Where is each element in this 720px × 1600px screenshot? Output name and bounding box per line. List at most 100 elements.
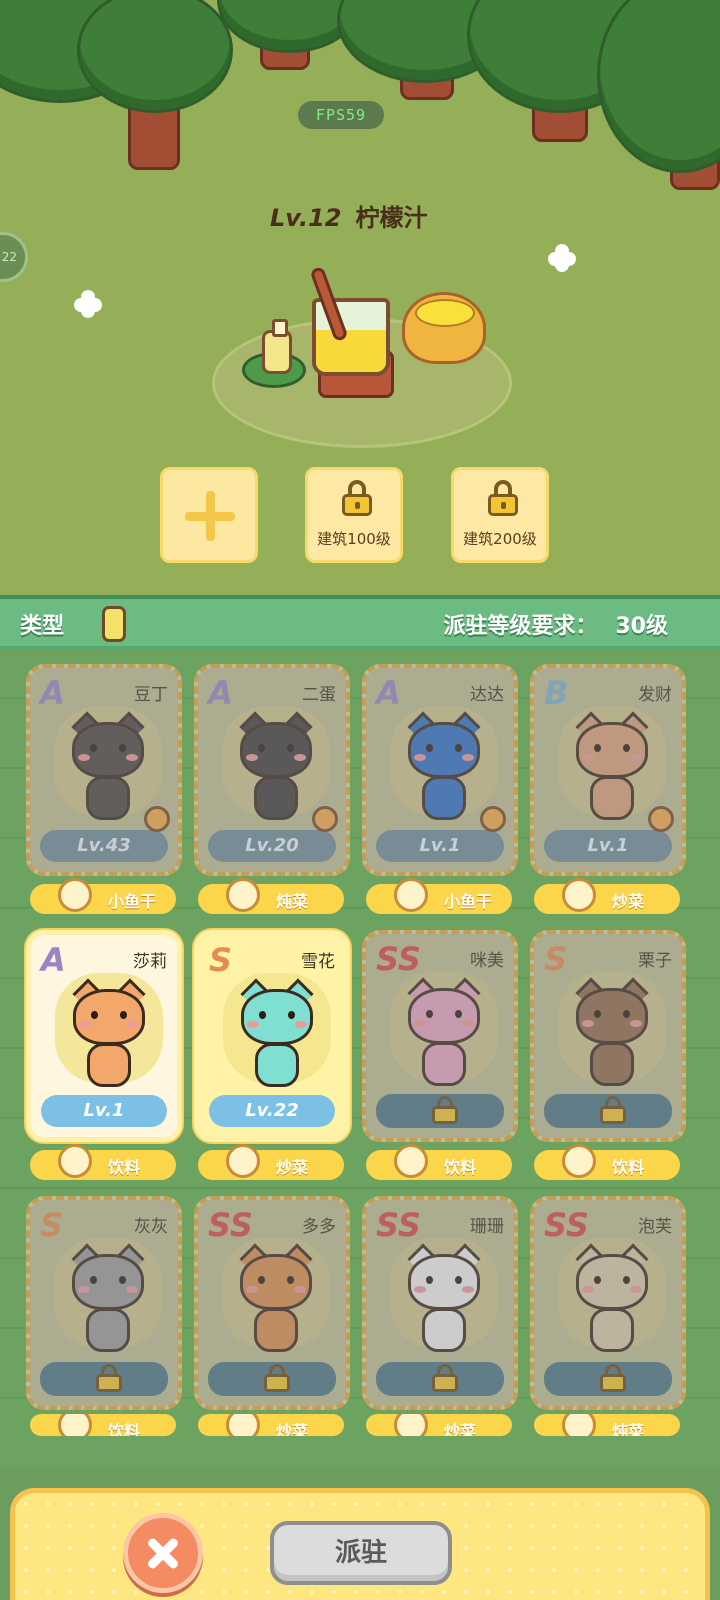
grade-badge: SS bbox=[208, 1206, 253, 1244]
action-bar: 派驻 bbox=[10, 1488, 710, 1600]
grade-badge: S bbox=[544, 940, 568, 978]
building-level: Lv.12 bbox=[270, 204, 342, 232]
grade-badge: A bbox=[41, 941, 66, 979]
cat-level: Lv.20 bbox=[208, 830, 336, 862]
cat-portrait bbox=[572, 711, 652, 826]
specialty-icon bbox=[226, 1144, 260, 1178]
grade-badge: A bbox=[376, 674, 401, 712]
specialty-icon bbox=[226, 1414, 260, 1436]
cat-name: 发财 bbox=[638, 685, 672, 705]
card-backdrop bbox=[390, 972, 498, 1082]
grade-badge: SS bbox=[544, 1206, 589, 1244]
lock-icon bbox=[600, 1096, 626, 1124]
specialty-icon bbox=[562, 1144, 596, 1178]
cat-portrait bbox=[69, 978, 149, 1093]
cat-portrait bbox=[572, 1243, 652, 1358]
tree bbox=[80, 0, 230, 190]
bottle-icon bbox=[262, 319, 292, 374]
level-requirement: 派驻等级要求： 30级 bbox=[443, 608, 668, 640]
cat-level: Lv.22 bbox=[209, 1095, 335, 1127]
add-cat-slot[interactable] bbox=[160, 467, 258, 563]
cat-portrait bbox=[68, 1243, 148, 1358]
lock-icon bbox=[488, 480, 518, 516]
requirement-value: 30级 bbox=[615, 614, 668, 639]
locked-bar bbox=[376, 1094, 504, 1128]
card-backdrop bbox=[558, 1238, 666, 1348]
specialty-tag: 炒菜 bbox=[366, 1414, 512, 1436]
specialty-tag: 炒菜 bbox=[198, 1414, 344, 1436]
lock-icon bbox=[600, 1364, 626, 1392]
assign-button[interactable]: 派驻 bbox=[270, 1521, 452, 1585]
specialty-tag: 饮料 bbox=[366, 1144, 512, 1180]
cat-card[interactable]: A 莎莉 Lv.1 bbox=[26, 930, 182, 1142]
specialty-label: 饮料 bbox=[108, 1422, 141, 1436]
cat-name: 达达 bbox=[470, 685, 504, 705]
cat-card[interactable]: SS 多多 bbox=[194, 1196, 350, 1410]
specialty-icon bbox=[226, 878, 260, 912]
specialty-icon bbox=[58, 878, 92, 912]
building-scene: FPS59 22 Lv.12 柠檬汁 建筑100级 建筑200级 bbox=[0, 0, 720, 595]
card-backdrop bbox=[222, 1238, 330, 1348]
side-badge[interactable]: 22 bbox=[0, 232, 28, 282]
cat-card[interactable]: SS 泡芙 bbox=[530, 1196, 686, 1410]
cat-level: Lv.1 bbox=[376, 830, 504, 862]
specialty-tag: 炒菜 bbox=[198, 1144, 344, 1180]
locked-bar bbox=[376, 1362, 504, 1396]
locked-slot-200[interactable]: 建筑200级 bbox=[451, 467, 549, 563]
cat-portrait bbox=[404, 711, 484, 826]
specialty-tag: 炖菜 bbox=[198, 878, 344, 914]
skill-icon bbox=[648, 806, 674, 832]
card-backdrop bbox=[558, 706, 666, 816]
card-backdrop bbox=[54, 706, 162, 816]
grade-badge: A bbox=[208, 674, 233, 712]
building-name: 柠檬汁 bbox=[355, 204, 428, 232]
cat-name: 泡芙 bbox=[638, 1217, 672, 1237]
grade-badge: S bbox=[209, 941, 233, 979]
grade-badge: S bbox=[40, 1206, 64, 1244]
lock-icon bbox=[96, 1364, 122, 1392]
cat-card[interactable]: S 栗子 bbox=[530, 930, 686, 1142]
skill-icon bbox=[480, 806, 506, 832]
specialty-label: 炖菜 bbox=[612, 1422, 645, 1436]
lock-icon bbox=[264, 1364, 290, 1392]
type-label: 类型 bbox=[20, 614, 65, 639]
cat-name: 二蛋 bbox=[302, 685, 336, 705]
cat-card[interactable]: SS 咪美 bbox=[362, 930, 518, 1142]
cat-card[interactable]: A 二蛋 Lv.20 bbox=[194, 664, 350, 876]
specialty-label: 饮料 bbox=[612, 1158, 645, 1177]
close-button[interactable] bbox=[123, 1513, 203, 1593]
slot-label: 建筑100级 bbox=[317, 530, 391, 548]
specialty-tag: 饮料 bbox=[30, 1144, 176, 1180]
locked-slot-100[interactable]: 建筑100级 bbox=[305, 467, 403, 563]
grade-badge: B bbox=[544, 674, 569, 712]
specialty-tag: 小鱼干 bbox=[366, 878, 512, 914]
locked-bar bbox=[544, 1094, 672, 1128]
cat-portrait bbox=[68, 711, 148, 826]
card-backdrop bbox=[222, 706, 330, 816]
specialty-label: 炒菜 bbox=[444, 1422, 477, 1436]
cat-card[interactable]: SS 珊珊 bbox=[362, 1196, 518, 1410]
specialty-label: 炒菜 bbox=[276, 1422, 309, 1436]
cat-portrait bbox=[236, 1243, 316, 1358]
cat-name: 莎莉 bbox=[133, 952, 167, 972]
cat-card[interactable]: B 发财 Lv.1 bbox=[530, 664, 686, 876]
cat-name: 珊珊 bbox=[470, 1217, 504, 1237]
drink-type-icon[interactable] bbox=[102, 606, 126, 642]
locked-bar bbox=[544, 1362, 672, 1396]
specialty-tag: 饮料 bbox=[30, 1414, 176, 1436]
cat-portrait bbox=[237, 978, 317, 1093]
cat-card[interactable]: A 豆丁 Lv.43 bbox=[26, 664, 182, 876]
specialty-label: 炒菜 bbox=[276, 1158, 309, 1177]
cat-card[interactable]: S 雪花 Lv.22 bbox=[194, 930, 350, 1142]
cat-card[interactable]: S 灰灰 bbox=[26, 1196, 182, 1410]
specialty-label: 饮料 bbox=[108, 1158, 141, 1177]
skill-icon bbox=[312, 806, 338, 832]
cat-card[interactable]: A 达达 Lv.1 bbox=[362, 664, 518, 876]
cat-name: 灰灰 bbox=[134, 1217, 168, 1237]
lock-icon bbox=[432, 1364, 458, 1392]
cat-level: Lv.1 bbox=[41, 1095, 167, 1127]
filter-bar: 类型 派驻等级要求： 30级 bbox=[0, 595, 720, 649]
flower-icon bbox=[548, 244, 576, 272]
specialty-icon bbox=[394, 878, 428, 912]
specialty-tag: 炒菜 bbox=[534, 878, 680, 914]
